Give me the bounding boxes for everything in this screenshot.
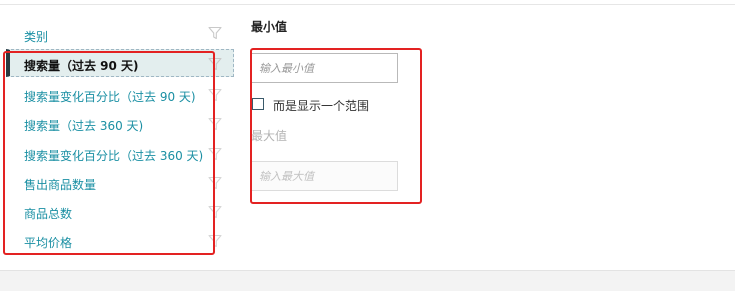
- category-item-label: 搜索量（过去 360 天): [24, 119, 144, 133]
- max-value-title: 最大值: [251, 129, 288, 143]
- category-item-label: 商品总数: [24, 207, 73, 221]
- funnel-icon[interactable]: [208, 117, 222, 131]
- range-checkbox-label: 而是显示一个范围: [273, 99, 370, 113]
- range-checkbox[interactable]: [252, 98, 264, 110]
- filter-page: 类别 搜索量（过去 90 天) 搜索量变化百分比（过去 90 天) 搜索量（过去…: [0, 0, 735, 291]
- max-value-input[interactable]: [251, 161, 398, 191]
- funnel-icon[interactable]: [208, 234, 222, 248]
- funnel-icon[interactable]: [208, 57, 222, 71]
- top-divider: [0, 0, 735, 5]
- category-item-average-price[interactable]: 平均价格: [6, 227, 234, 255]
- footer-strip: [0, 270, 735, 291]
- min-value-title: 最小值: [251, 20, 288, 34]
- category-item-label: 搜索量（过去 90 天): [24, 59, 139, 73]
- category-header: 类别: [24, 30, 49, 44]
- category-item-label: 售出商品数量: [24, 178, 97, 192]
- category-item-label: 搜索量变化百分比（过去 360 天): [24, 149, 204, 163]
- category-item-total-products[interactable]: 商品总数: [6, 198, 234, 226]
- category-item-label: 搜索量变化百分比（过去 90 天): [24, 90, 196, 104]
- funnel-icon[interactable]: [208, 176, 222, 190]
- category-item-units-sold[interactable]: 售出商品数量: [6, 169, 234, 197]
- funnel-icon[interactable]: [208, 88, 222, 102]
- funnel-icon[interactable]: [208, 26, 222, 40]
- category-item-search-volume-change-360d[interactable]: 搜索量变化百分比（过去 360 天): [6, 140, 234, 168]
- category-item-search-volume-360d[interactable]: 搜索量（过去 360 天): [6, 110, 234, 138]
- min-value-input[interactable]: [251, 53, 398, 83]
- category-item-search-volume-90d[interactable]: 搜索量（过去 90 天): [6, 49, 234, 77]
- category-item-search-volume-change-90d[interactable]: 搜索量变化百分比（过去 90 天): [6, 81, 234, 109]
- funnel-icon[interactable]: [208, 205, 222, 219]
- category-item-label: 平均价格: [24, 236, 73, 250]
- funnel-icon[interactable]: [208, 147, 222, 161]
